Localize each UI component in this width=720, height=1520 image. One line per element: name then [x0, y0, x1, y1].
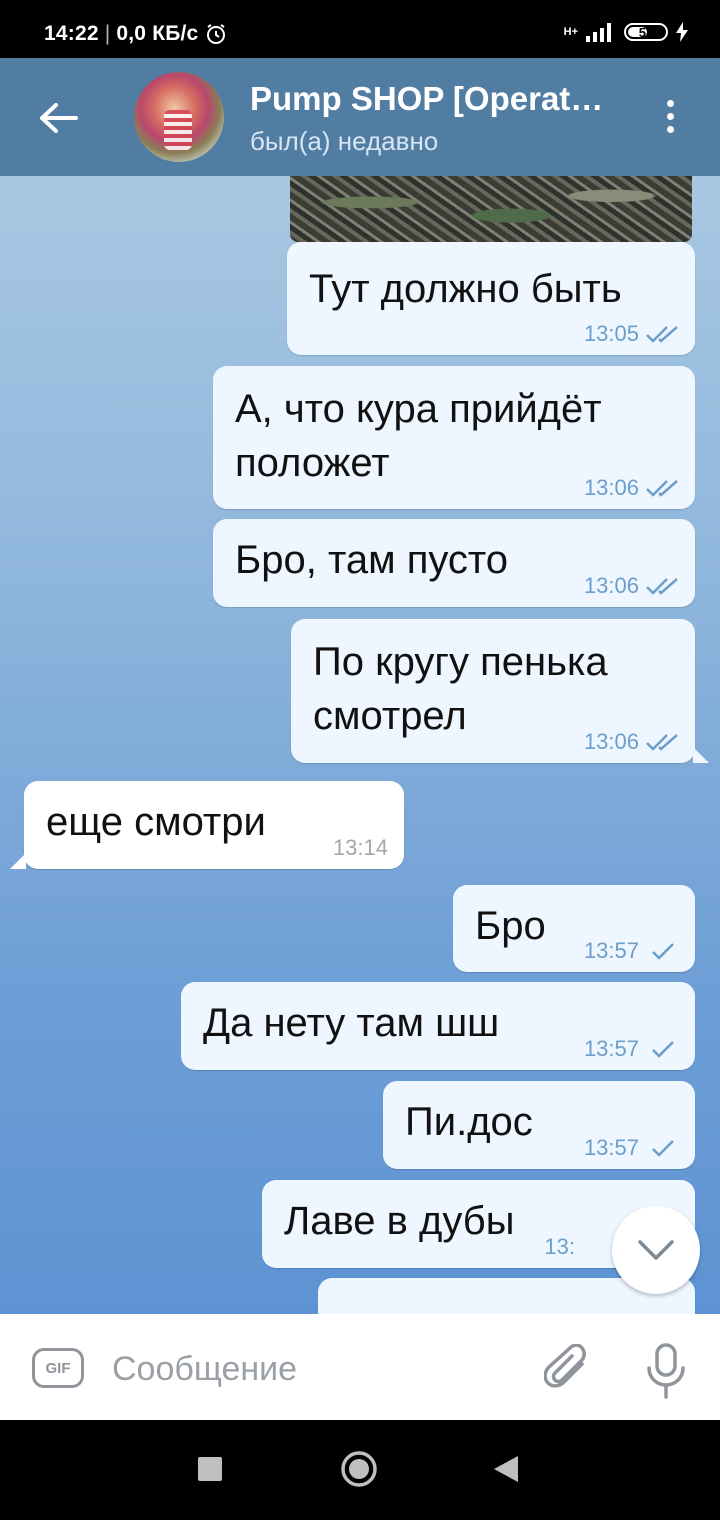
photo-message-image[interactable] [290, 176, 692, 242]
network-type: H+ [563, 26, 578, 38]
check-icon [652, 943, 674, 960]
circle-icon[interactable] [340, 1450, 378, 1488]
alarm-icon [207, 24, 226, 44]
message-bubble[interactable]: Тут должно быть 13:05 [287, 242, 695, 355]
gif-button[interactable]: GIF [32, 1348, 84, 1388]
battery-icon: 52 [624, 23, 668, 41]
status-bar: 14:22 | 0,0 КБ/с H+ 52 [0, 0, 720, 58]
message-time: 13:57 [583, 1036, 639, 1061]
double-check-icon [646, 578, 678, 595]
message-text: Лаве в дубы [284, 1199, 515, 1243]
bubble-tail [693, 747, 709, 763]
message-bubble[interactable]: еще смотри 13:14 [24, 781, 404, 869]
message-list[interactable]: Тут должно быть 13:05 А, что кура прийдё… [0, 176, 720, 1314]
message-text: А, что кура прийдёт положет [235, 387, 602, 485]
signal-icon [586, 23, 611, 42]
message-text: Пи.дос [405, 1100, 533, 1144]
message-bubble[interactable]: Пи.дос 13:57 [383, 1081, 695, 1169]
message-time: 13:06 [583, 573, 639, 598]
message-bubble[interactable]: Бро 13:57 [453, 885, 695, 972]
avatar[interactable] [134, 72, 224, 162]
arrow-left-icon[interactable] [36, 100, 80, 136]
message-time: 13:06 [583, 729, 639, 754]
status-time: 14:22 [44, 22, 99, 45]
battery-level: 52 [638, 24, 654, 40]
check-icon [652, 1140, 674, 1157]
double-check-icon [646, 734, 678, 751]
message-bubble[interactable]: Да нету там шш 13:57 [181, 982, 695, 1070]
message-composer: GIF [0, 1314, 720, 1420]
check-icon [652, 1041, 674, 1058]
message-text: еще смотри [46, 800, 266, 844]
bolt-icon [676, 22, 688, 42]
paperclip-icon[interactable] [544, 1344, 594, 1394]
network-speed: 0,0 КБ/с [116, 22, 199, 45]
square-icon[interactable] [198, 1457, 222, 1481]
double-check-icon [646, 326, 678, 343]
chat-status: был(а) недавно [250, 126, 439, 156]
more-vertical-icon[interactable] [660, 96, 680, 140]
message-bubble[interactable]: Бро, там пусто 13:06 [213, 519, 695, 607]
message-time: 13:06 [583, 475, 639, 500]
double-check-icon [646, 480, 678, 497]
message-time: 13:57 [583, 1135, 639, 1160]
message-text: По кругу пенька смотрел [313, 640, 608, 738]
bubble-tail [10, 853, 26, 869]
message-text: Бро [475, 904, 546, 948]
message-bubble[interactable]: По кругу пенька смотрел 13:06 [291, 619, 695, 763]
message-time: 13:05 [583, 321, 639, 346]
message-bubble[interactable]: А, что кура прийдёт положет 13:06 [213, 366, 695, 509]
scroll-down-button[interactable] [612, 1206, 700, 1294]
message-time: 13:57 [583, 938, 639, 963]
message-time: 13: [544, 1234, 575, 1259]
microphone-icon[interactable] [644, 1342, 688, 1400]
message-text: Да нету там шш [203, 1001, 500, 1045]
triangle-back-icon[interactable] [492, 1454, 520, 1484]
message-text: Тут должно быть [309, 267, 622, 311]
message-input[interactable] [110, 1338, 514, 1400]
chevron-down-icon [638, 1240, 674, 1260]
chat-title[interactable]: Pump SHOP [Operat… [250, 80, 640, 118]
chat-header: Pump SHOP [Operat… был(а) недавно [0, 58, 720, 176]
system-nav-bar [0, 1420, 720, 1520]
message-time: 13:14 [332, 835, 388, 860]
message-text: Бро, там пусто [235, 538, 509, 582]
